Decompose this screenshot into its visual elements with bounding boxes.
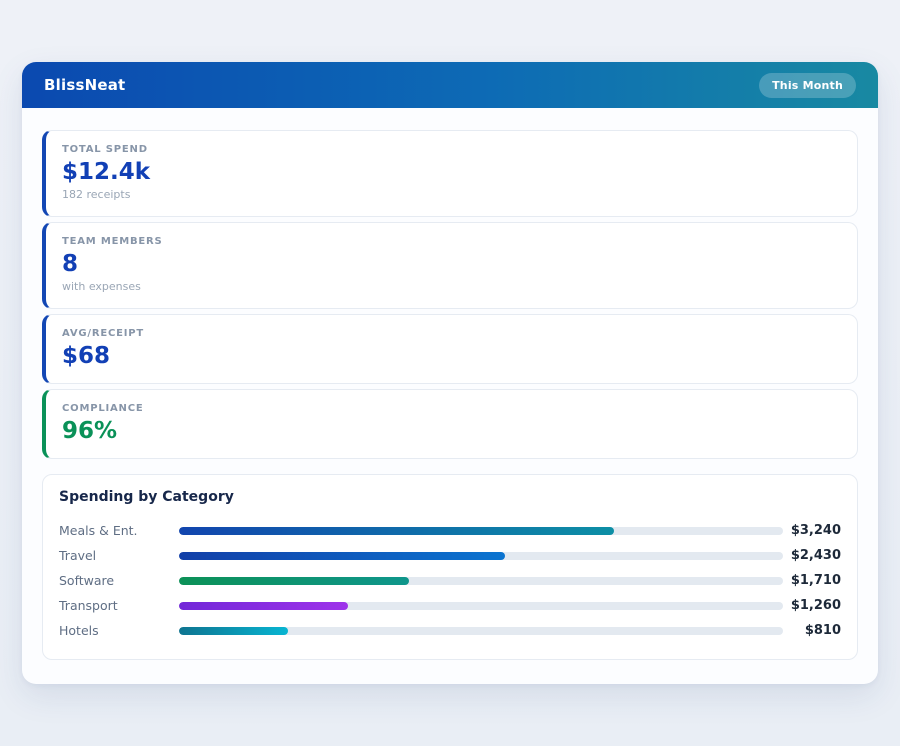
bar-fill [179, 602, 348, 610]
app-title: BlissNeat [44, 76, 125, 94]
period-badge[interactable]: This Month [759, 73, 856, 98]
stat-label: COMPLIANCE [62, 403, 841, 414]
category-value: $1,710 [783, 573, 841, 588]
bar-fill [179, 627, 288, 635]
dashboard-content: TOTAL SPEND $12.4k 182 receipts TEAM MEM… [22, 108, 878, 660]
category-value: $1,260 [783, 598, 841, 613]
category-label: Hotels [59, 623, 179, 638]
bar-track [179, 552, 783, 560]
stat-label: TOTAL SPEND [62, 144, 841, 155]
chart-row-meals: Meals & Ent. $3,240 [59, 518, 841, 543]
chart-row-transport: Transport $1,260 [59, 593, 841, 618]
stat-label: AVG/RECEIPT [62, 328, 841, 339]
app-header: BlissNeat This Month [22, 62, 878, 108]
stat-value: 8 [62, 252, 841, 277]
category-label: Travel [59, 548, 179, 563]
category-value: $2,430 [783, 548, 841, 563]
dashboard-card: BlissNeat This Month TOTAL SPEND $12.4k … [22, 62, 878, 684]
category-label: Transport [59, 598, 179, 613]
bar-fill [179, 527, 614, 535]
chart-row-hotels: Hotels $810 [59, 618, 841, 643]
bar-fill [179, 577, 409, 585]
bar-track [179, 577, 783, 585]
stat-value: $12.4k [62, 160, 841, 185]
category-label: Meals & Ent. [59, 523, 179, 538]
stat-subtext: 182 receipts [62, 188, 841, 201]
bar-track [179, 602, 783, 610]
stat-value: $68 [62, 344, 841, 369]
category-value: $810 [783, 623, 841, 638]
stat-value: 96% [62, 419, 841, 444]
bar-fill [179, 552, 505, 560]
stat-card-team-members: TEAM MEMBERS 8 with expenses [42, 222, 858, 309]
chart-row-travel: Travel $2,430 [59, 543, 841, 568]
chart-row-software: Software $1,710 [59, 568, 841, 593]
stat-label: TEAM MEMBERS [62, 236, 841, 247]
stat-card-compliance: COMPLIANCE 96% [42, 389, 858, 459]
stat-card-total-spend: TOTAL SPEND $12.4k 182 receipts [42, 130, 858, 217]
stat-subtext: with expenses [62, 280, 841, 293]
chart-title: Spending by Category [59, 489, 841, 505]
category-label: Software [59, 573, 179, 588]
bar-track [179, 627, 783, 635]
category-value: $3,240 [783, 523, 841, 538]
spending-by-category-chart: Spending by Category Meals & Ent. $3,240… [42, 474, 858, 660]
stat-card-avg-receipt: AVG/RECEIPT $68 [42, 314, 858, 384]
bar-track [179, 527, 783, 535]
